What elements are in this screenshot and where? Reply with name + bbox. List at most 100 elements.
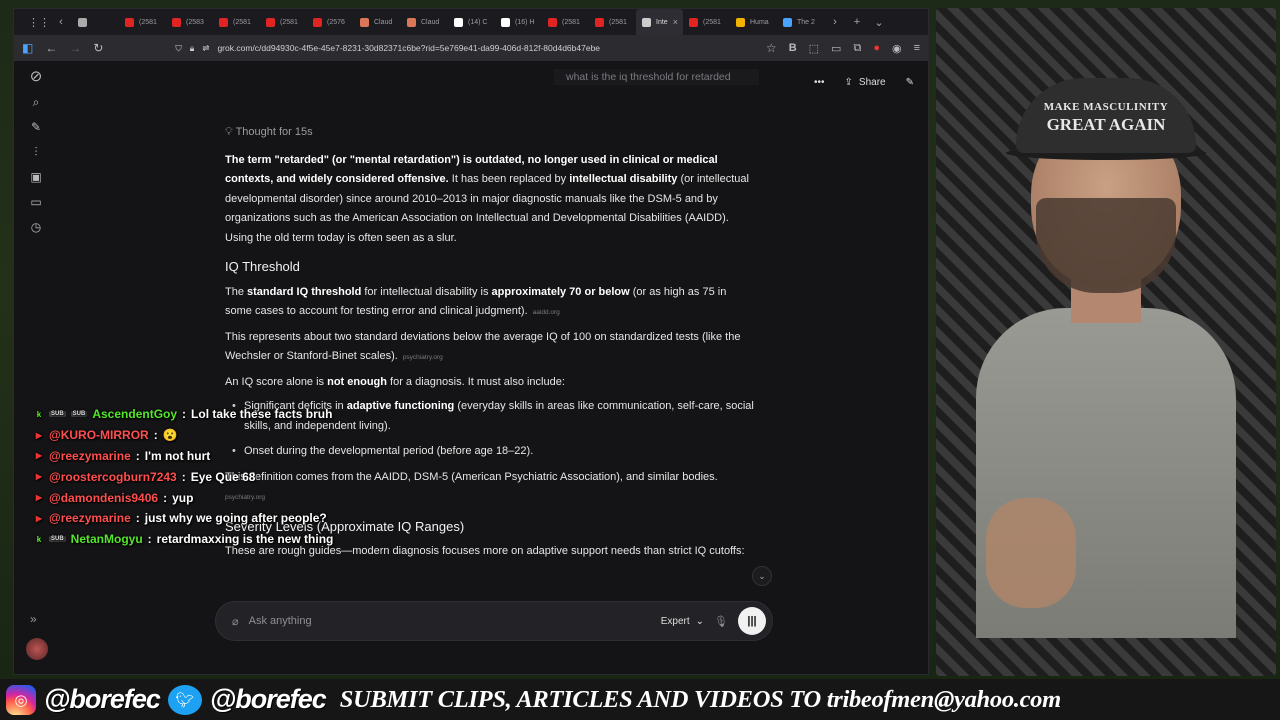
- edit-icon[interactable]: ✎: [906, 77, 914, 88]
- tab-label: Claud: [374, 18, 393, 26]
- close-tab-icon[interactable]: ×: [673, 17, 678, 27]
- chat-username: @reezymarine: [49, 448, 131, 463]
- grok-logo-icon[interactable]: ⊘: [28, 69, 44, 84]
- expand-sidebar-icon[interactable]: »: [30, 612, 37, 626]
- more-options-icon[interactable]: •••: [814, 77, 825, 88]
- browser-tab[interactable]: (2581: [683, 9, 730, 35]
- browser-tab[interactable]: (2581: [589, 9, 636, 35]
- browser-tab[interactable]: (2581: [542, 9, 589, 35]
- tab-scroll-right-icon[interactable]: ›: [824, 16, 846, 28]
- browser-tab[interactable]: (14) C: [448, 9, 495, 35]
- browser-tab[interactable]: [72, 9, 119, 35]
- extension-b-icon[interactable]: B: [789, 42, 797, 55]
- tab-favicon-icon: [689, 17, 698, 27]
- browser-tab[interactable]: (2576: [307, 9, 354, 35]
- tab-label: (2581: [703, 18, 721, 26]
- imagine-icon[interactable]: ▣: [28, 171, 44, 183]
- p1-b: standard IQ threshold: [247, 285, 362, 298]
- microphone-icon[interactable]: 🎙︎: [714, 615, 728, 628]
- intro-term: intellectual disability: [569, 173, 678, 185]
- chat-text: yup: [172, 490, 194, 505]
- sidebar-toggle-icon[interactable]: ◧: [22, 41, 33, 55]
- chat-username: @roostercogburn7243: [49, 469, 177, 484]
- p3-b: not enough: [327, 375, 387, 388]
- menu-icon[interactable]: ≡: [914, 42, 920, 55]
- account-icon[interactable]: ◉: [892, 42, 902, 55]
- tab-favicon-icon: [407, 17, 416, 27]
- bookmark-star-icon[interactable]: ☆: [766, 41, 777, 55]
- chat-separator: :: [163, 490, 168, 505]
- source-chip[interactable]: aaidd.org: [533, 309, 560, 316]
- intro-paragraph: The term "retarded" (or "mental retardat…: [225, 151, 755, 249]
- chat-message: ▶ @roostercogburn7243: Eye Que 68: [34, 466, 394, 487]
- p2: This represents about two standard devia…: [225, 330, 741, 363]
- model-mode-select[interactable]: Expert ⌄: [661, 616, 704, 627]
- browser-tab[interactable]: Huma: [730, 9, 777, 35]
- browser-tab[interactable]: (2581: [260, 9, 307, 35]
- address-bar[interactable]: ⛉ 🔒︎ ⇌ grok.com/c/dd94930c-4f5e-45e7-823…: [115, 43, 754, 54]
- source-chip[interactable]: psychiatry.org: [403, 354, 443, 361]
- tab-favicon-icon: [783, 17, 792, 27]
- hand: [986, 498, 1076, 608]
- chat-text: 😮: [162, 428, 178, 443]
- tab-label: (2583: [186, 18, 204, 26]
- browser-tab[interactable]: Claud: [401, 9, 448, 35]
- screen-share-icon[interactable]: ⧉: [853, 42, 861, 55]
- thought-toggle[interactable]: 💡︎ Thought for 15s: [225, 123, 755, 143]
- back-button[interactable]: ←: [45, 41, 57, 55]
- record-icon[interactable]: ●: [873, 42, 880, 55]
- avatar[interactable]: [26, 638, 48, 660]
- tab-label: Claud: [421, 18, 440, 26]
- twitter-bird-icon: 🐦︎: [167, 684, 202, 715]
- chat-text: Lol take these facts bruh: [191, 407, 333, 422]
- new-chat-icon[interactable]: ✎: [28, 121, 44, 133]
- composer: ⌀ Ask anything Expert ⌄ 🎙︎ |||: [215, 601, 773, 641]
- lightbulb-icon: 💡︎: [225, 126, 233, 138]
- tab-favicon-icon: [548, 17, 557, 27]
- chat-input[interactable]: Ask anything: [249, 615, 651, 627]
- voice-icon[interactable]: ⫶: [28, 146, 44, 158]
- tab-label: The 2: [797, 18, 815, 26]
- browser-tab[interactable]: (2581: [119, 9, 166, 35]
- tab-list-icon[interactable]: ⋮⋮: [28, 16, 50, 29]
- new-tab-button[interactable]: +: [846, 16, 868, 28]
- chat-text: Eye Que 68: [190, 469, 256, 484]
- voice-mode-button[interactable]: |||: [738, 607, 766, 635]
- share-button[interactable]: ⇪ Share: [845, 77, 886, 88]
- navigation-bar: ◧ ← → ↻ ⛉ 🔒︎ ⇌ grok.com/c/dd94930c-4f5e-…: [14, 35, 928, 61]
- scroll-down-button[interactable]: ⌄: [752, 566, 772, 586]
- lock-icon: 🔒︎: [189, 42, 195, 53]
- browser-tab[interactable]: Inte ×: [636, 9, 683, 35]
- cap-text-line2: GREAT AGAIN: [1046, 114, 1166, 134]
- browser-tab[interactable]: (2583: [166, 9, 213, 35]
- projects-icon[interactable]: ▭: [28, 196, 44, 208]
- heading-iq-threshold: IQ Threshold: [225, 259, 300, 274]
- url-text: grok.com/c/dd94930c-4f5e-45e7-8231-30d82…: [217, 43, 601, 53]
- cast-icon[interactable]: ▭: [831, 42, 841, 55]
- attach-icon[interactable]: ⌀: [232, 615, 239, 628]
- extensions-icon[interactable]: ⬚: [809, 42, 819, 55]
- tab-label: (2581: [233, 18, 251, 26]
- history-icon[interactable]: ◷: [28, 221, 44, 233]
- bottom-banner: ◎ @borefec 🐦︎ @borefec SUBMIT CLIPS, ART…: [0, 679, 1280, 720]
- chat-text: retardmaxxing is the new thing: [156, 532, 334, 547]
- browser-tab[interactable]: The 2: [777, 9, 824, 35]
- tab-label: Huma: [750, 18, 769, 26]
- chat-username: AscendentGoy: [92, 407, 178, 422]
- tabs: (2581 (2583 (2581 (2581 (2576 Claud Claud (14) …: [72, 9, 824, 35]
- top-actions: ••• ⇪ Share ✎: [814, 77, 914, 88]
- reload-button[interactable]: ↻: [93, 41, 103, 55]
- browser-tab[interactable]: (2581: [213, 9, 260, 35]
- forward-button[interactable]: →: [69, 41, 81, 55]
- chat-separator: :: [135, 511, 140, 526]
- tab-scroll-left-icon[interactable]: ‹: [50, 16, 72, 28]
- browser-tab[interactable]: Claud: [354, 9, 401, 35]
- browser-tab[interactable]: (16) H: [495, 9, 542, 35]
- search-icon[interactable]: ⌕: [28, 96, 44, 108]
- kick-icon: k: [36, 534, 42, 544]
- tab-favicon-icon: [642, 17, 651, 27]
- chat-text: just why we going after people?: [144, 511, 327, 526]
- tab-favicon-icon: [454, 17, 463, 27]
- tab-label: (2581: [562, 18, 580, 26]
- tab-menu-chevron-icon[interactable]: ⌄: [868, 16, 890, 29]
